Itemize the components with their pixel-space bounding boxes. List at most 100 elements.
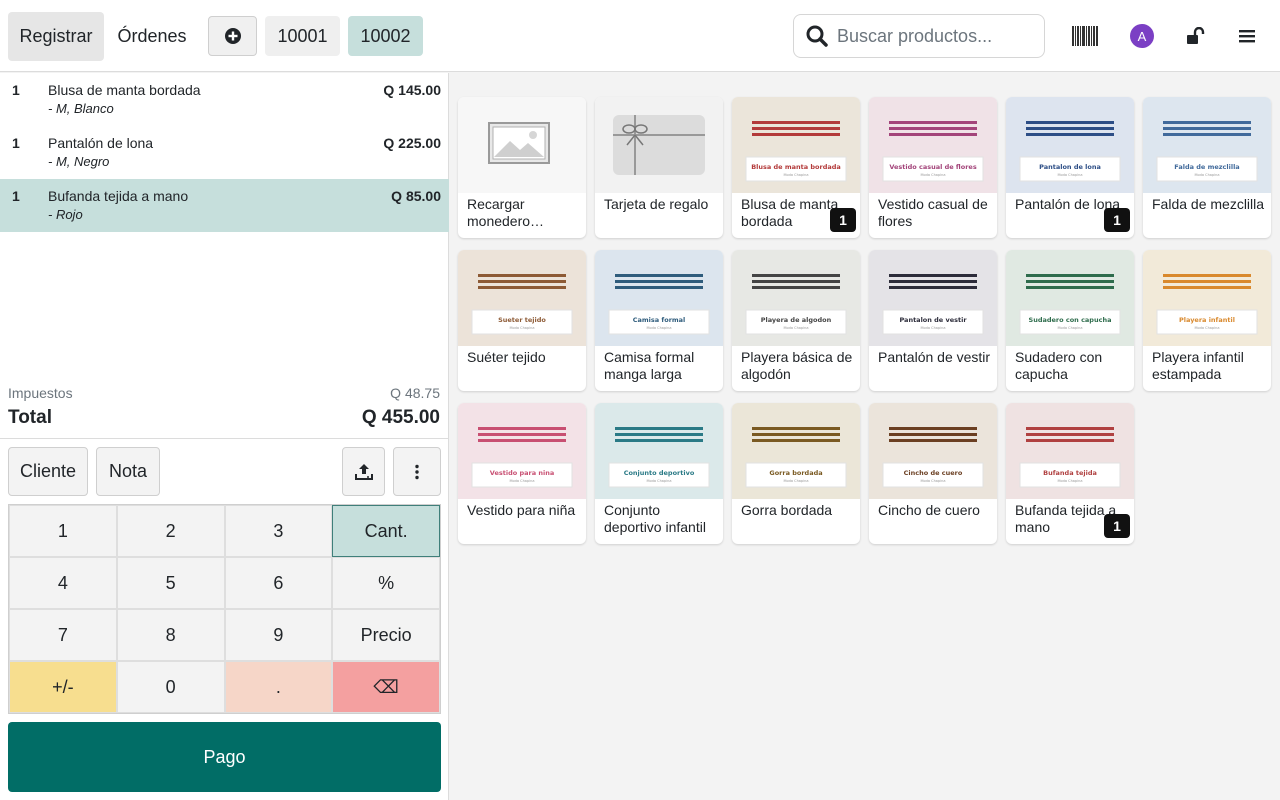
search-icon [806,25,828,47]
user-button[interactable]: A [1124,18,1160,54]
price-mode-button[interactable]: Precio [332,609,440,661]
thumb-brand: Moda Chapina [783,326,808,330]
order-line[interactable]: 1 Blusa de manta bordada - M, Blanco Q 145.… [0,73,449,126]
numpad-key-1[interactable]: 1 [9,505,117,557]
thumb-brand: Moda Chapina [920,173,945,177]
lock-button[interactable] [1178,18,1214,54]
product-card[interactable]: Blusa de manta bordada Moda Chapina Blusa … [732,97,860,238]
line-price: Q 225.00 [383,135,441,151]
thumb-brand: Moda Chapina [509,479,534,483]
total-value: Q 455.00 [361,407,440,428]
numpad-key-2[interactable]: 2 [116,505,225,557]
order-line[interactable]: 1 Bufanda tejida a mano - Rojo Q 85.00 [0,179,449,232]
product-card[interactable]: Bufanda tejida Moda Chapina Bufanda tejida… [1006,403,1134,544]
product-image: Vestido para nina Moda Chapina [458,403,586,499]
more-actions-button[interactable] [393,447,441,496]
tax-label: Impuestos [8,385,73,401]
thumb-title: Blusa de manta bordada [751,163,841,171]
product-name: Gorra bordada [741,502,833,518]
line-price: Q 85.00 [391,188,441,204]
product-image: Camisa formal Moda Chapina [595,250,723,346]
product-card[interactable]: Camisa formal Moda Chapina Camisa formal m… [595,250,723,391]
product-name: Sudadero con capucha [1015,349,1103,382]
product-quantity-badge: 1 [830,208,856,232]
product-card[interactable]: Tarjeta de regalo [595,97,723,238]
product-image: Playera infantil Moda Chapina [1143,250,1271,346]
thumb-title: Vestido casual de flores [889,163,977,171]
barcode-button[interactable] [1067,18,1103,54]
product-name: Vestido casual de flores [878,196,988,229]
thumb-brand: Moda Chapina [1057,326,1082,330]
product-card[interactable]: Falda de mezclilla Moda Chapina Falda de m… [1143,97,1271,238]
numpad-key-8[interactable]: 8 [116,609,225,661]
menu-button[interactable] [1229,18,1265,54]
thumb-title: Gorra bordada [769,469,822,477]
order-tab[interactable]: 10001 [265,16,340,56]
line-quantity: 1 [12,188,20,204]
order-panel: 1 Blusa de manta bordada - M, Blanco Q 145.… [0,73,449,800]
thumb-title: Bufanda tejida [1043,469,1097,477]
order-tab-active[interactable]: 10002 [348,16,423,56]
line-product-name: Blusa de manta bordada [48,82,201,98]
thumb-brand: Moda Chapina [1194,326,1219,330]
product-image: Sudadero con capucha Moda Chapina [1006,250,1134,346]
product-card[interactable]: Sudadero con capucha Moda Chapina Sudadero… [1006,250,1134,391]
thumb-title: Cincho de cuero [904,469,963,477]
backspace-button[interactable]: ⌫ [332,661,440,713]
search-input[interactable] [837,25,1027,47]
product-card[interactable]: Pantalon de vestir Moda Chapina Pantalón d… [869,250,997,391]
barcode-icon [1072,26,1098,46]
quantity-mode-button[interactable]: Cant. [332,505,440,557]
product-card[interactable]: Conjunto deportivo Moda Chapina Conjunto d… [595,403,723,544]
numpad-key-6[interactable]: 6 [224,557,333,609]
product-name: Falda de mezclilla [1152,196,1265,212]
thumb-title: Vestido para nina [490,469,554,477]
numpad-key-4[interactable]: 4 [9,557,117,609]
product-card[interactable]: Playera de algodon Moda Chapina Playera bá… [732,250,860,391]
upload-icon [354,463,373,480]
product-card[interactable]: Pantalon de lona Moda Chapina Pantalón de … [1006,97,1134,238]
product-card[interactable]: Playera infantil Moda Chapina Playera infa… [1143,250,1271,391]
product-image: Bufanda tejida Moda Chapina [1006,403,1134,499]
register-button[interactable]: Registrar [8,12,104,61]
customer-button[interactable]: Cliente [8,447,88,496]
payment-button[interactable]: Pago [8,722,441,792]
discount-mode-button[interactable]: % [332,557,440,609]
divider [0,438,449,439]
product-image: Cincho de cuero Moda Chapina [869,403,997,499]
orders-button[interactable]: Órdenes [108,12,196,61]
thumb-title: Pantalon de lona [1039,163,1101,171]
line-quantity: 1 [12,82,20,98]
avatar: A [1130,24,1154,48]
product-card[interactable]: Vestido para nina Moda Chapina Vestido par… [458,403,586,544]
plus-circle-icon [224,28,241,44]
product-card[interactable]: Sueter tejido Moda Chapina Suéter tejido [458,250,586,391]
search-box[interactable] [793,14,1045,58]
sign-toggle-button[interactable]: +/- [9,661,117,713]
order-line[interactable]: 1 Pantalón de lona - M, Negro Q 225.00 [0,126,449,179]
thumb-brand: Moda Chapina [783,173,808,177]
thumb-title: Conjunto deportivo [624,469,695,477]
thumb-title: Sudadero con capucha [1029,316,1112,324]
new-order-button[interactable] [208,16,257,56]
numpad-key-9[interactable]: 9 [224,609,333,661]
product-name: Recargar monedero… [467,196,545,229]
tax-value: Q 48.75 [390,385,440,401]
product-card[interactable]: Cincho de cuero Moda Chapina Cincho de cue… [869,403,997,544]
product-card[interactable]: Gorra bordada Moda Chapina Gorra bordada [732,403,860,544]
thumb-title: Playera infantil [1179,316,1235,324]
decimal-button[interactable]: . [224,661,333,713]
product-image: Gorra bordada Moda Chapina [732,403,860,499]
total-label: Total [8,407,52,428]
product-card[interactable]: Vestido casual de flores Moda Chapina Vest… [869,97,997,238]
note-button[interactable]: Nota [96,447,160,496]
numpad-key-3[interactable]: 3 [224,505,333,557]
product-card[interactable]: Recargar monedero… [458,97,586,238]
numpad-key-7[interactable]: 7 [9,609,117,661]
product-name: Cincho de cuero [878,502,980,518]
product-name: Tarjeta de regalo [604,196,709,212]
line-attributes: - M, Negro [48,154,110,169]
numpad-key-0[interactable]: 0 [116,661,225,713]
upload-button[interactable] [342,447,385,496]
numpad-key-5[interactable]: 5 [116,557,225,609]
